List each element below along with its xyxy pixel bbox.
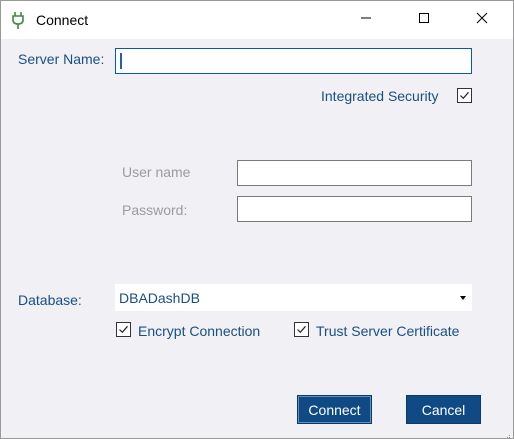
server-name-input[interactable] (115, 48, 472, 74)
user-name-label: User name (122, 164, 191, 180)
integrated-security-checkbox[interactable] (457, 88, 472, 103)
plug-icon (10, 10, 28, 30)
checkmark-icon (297, 325, 306, 334)
maximize-icon (418, 11, 430, 29)
minimize-button[interactable] (343, 1, 389, 39)
close-icon (476, 11, 488, 29)
minimize-icon (360, 11, 372, 29)
maximize-button[interactable] (401, 1, 447, 39)
password-label: Password: (122, 202, 188, 218)
connect-button[interactable]: Connect (297, 395, 372, 424)
server-name-label: Server Name: (18, 51, 105, 67)
password-input[interactable] (237, 196, 472, 222)
user-name-input[interactable] (237, 160, 472, 186)
database-value: DBADashDB (119, 290, 200, 306)
database-dropdown[interactable]: DBADashDB (115, 284, 472, 311)
resize-grip-icon[interactable] (503, 428, 511, 438)
connect-dialog: Connect Server Name: Integrated Security… (0, 0, 514, 439)
cancel-button[interactable]: Cancel (406, 395, 481, 424)
checkmark-icon (460, 91, 469, 100)
close-button[interactable] (459, 1, 505, 39)
title-bar[interactable]: Connect (1, 1, 513, 39)
encrypt-connection-checkbox[interactable] (116, 322, 131, 337)
trust-server-certificate-label[interactable]: Trust Server Certificate (316, 322, 459, 340)
trust-server-certificate-checkbox[interactable] (294, 322, 309, 337)
text-caret (120, 53, 122, 69)
integrated-security-label: Integrated Security (321, 88, 439, 104)
checkmark-icon (119, 325, 128, 334)
encrypt-connection-label[interactable]: Encrypt Connection (138, 322, 260, 340)
database-label: Database: (18, 292, 82, 308)
dropdown-arrow-icon[interactable] (460, 296, 466, 300)
window-title: Connect (36, 12, 89, 28)
